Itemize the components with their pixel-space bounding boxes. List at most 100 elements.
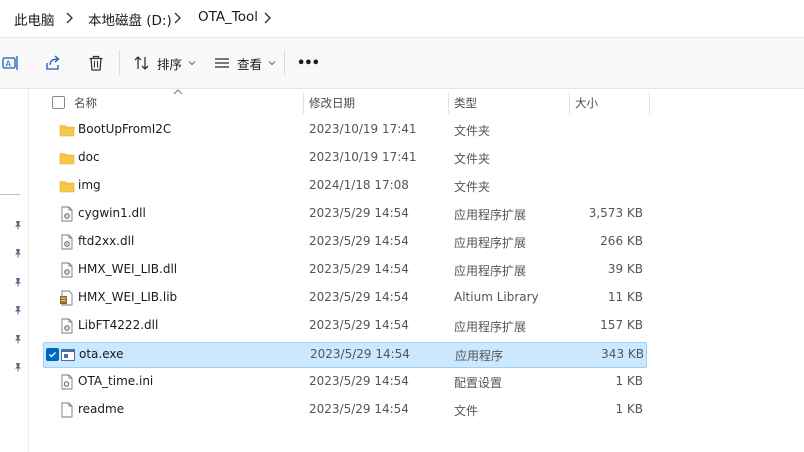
file-name[interactable]: BootUpFromI2C: [78, 122, 171, 136]
column-modified[interactable]: 修改日期: [309, 95, 355, 111]
column-size[interactable]: 大小: [575, 95, 598, 111]
column-divider[interactable]: [649, 92, 650, 114]
file-row[interactable]: doc 2023/10/19 17:41 文件夹: [43, 146, 645, 170]
file-modified: 2023/5/29 14:54: [309, 290, 409, 304]
file-type: 文件夹: [454, 152, 491, 166]
file-type: 应用程序: [455, 349, 504, 363]
column-header: 名称 修改日期 类型 大小: [29, 89, 804, 115]
select-all-checkbox[interactable]: [52, 96, 65, 109]
rename-button[interactable]: A: [2, 38, 20, 88]
file-type: 应用程序扩展: [454, 264, 527, 278]
column-divider[interactable]: [303, 92, 304, 114]
file-size: 343 KB: [601, 347, 644, 361]
sort-label: 排序: [157, 56, 183, 72]
breadcrumb-local-disk[interactable]: 本地磁盘 (D:): [88, 9, 172, 29]
file-row[interactable]: HMX_WEI_LIB.dll 2023/5/29 14:54 应用程序扩展 39 K…: [43, 258, 645, 282]
file-row[interactable]: BootUpFromI2C 2023/10/19 17:41 文件夹: [43, 118, 645, 142]
column-divider[interactable]: [569, 92, 570, 114]
view-button[interactable]: 查看: [213, 38, 277, 88]
file-row[interactable]: ftd2xx.dll 2023/5/29 14:54 应用程序扩展 266 KB: [43, 230, 645, 254]
address-bar: 此电脑 本地磁盘 (D:) OTA_Tool: [0, 0, 804, 38]
folder-icon: [59, 181, 75, 193]
sort-icon: [134, 56, 149, 70]
file-size: 11 KB: [607, 290, 643, 304]
file-row[interactable]: OTA_time.ini 2023/5/29 14:54 配置设置 1 KB: [43, 370, 645, 394]
delete-button[interactable]: [87, 38, 105, 88]
command-bar: A 排序 查看 •••: [0, 38, 804, 89]
file-size: 3,573 KB: [588, 206, 643, 220]
file-modified: 2023/5/29 14:54: [309, 402, 409, 416]
chevron-down-icon: [188, 61, 196, 66]
breadcrumb-ota-tool[interactable]: OTA_Tool: [198, 9, 258, 25]
pin-icon[interactable]: [13, 334, 23, 344]
dll-file-icon: [61, 318, 73, 334]
pin-icon[interactable]: [13, 362, 23, 372]
toolbar-divider: [119, 50, 120, 76]
file-name[interactable]: readme: [78, 402, 124, 416]
file-row[interactable]: readme 2023/5/29 14:54 文件 1 KB: [43, 398, 645, 422]
file-name[interactable]: ftd2xx.dll: [78, 234, 134, 248]
file-name[interactable]: cygwin1.dll: [78, 206, 146, 220]
file-name[interactable]: doc: [78, 150, 100, 164]
file-modified: 2023/5/29 14:54: [309, 374, 409, 388]
more-options-icon: •••: [297, 55, 320, 71]
dll-file-icon: [61, 234, 73, 250]
file-type: Altium Library: [454, 290, 539, 304]
file-type: 应用程序扩展: [454, 320, 527, 334]
chevron-right-icon[interactable]: [63, 9, 77, 27]
file-type: 应用程序扩展: [454, 208, 527, 222]
sort-button[interactable]: 排序: [133, 38, 197, 88]
file-name[interactable]: ota.exe: [79, 347, 124, 361]
dll-file-icon: [61, 206, 73, 222]
exe-file-icon: [61, 349, 75, 361]
more-options-button[interactable]: •••: [297, 38, 320, 88]
column-name[interactable]: 名称: [74, 95, 97, 111]
file-modified: 2023/5/29 14:54: [309, 318, 409, 332]
chevron-right-icon[interactable]: [261, 9, 275, 27]
file-row[interactable]: HMX_WEI_LIB.lib 2023/5/29 14:54 Altium Lib…: [43, 286, 645, 310]
column-divider[interactable]: [448, 92, 449, 114]
column-type[interactable]: 类型: [454, 95, 477, 111]
file-name[interactable]: LibFT4222.dll: [78, 318, 158, 332]
folder-icon: [59, 153, 75, 165]
pin-icon[interactable]: [13, 220, 23, 230]
file-row[interactable]: ota.exe 2023/5/29 14:54 应用程序 343 KB: [43, 342, 647, 368]
file-row[interactable]: img 2024/1/18 17:08 文件夹: [43, 174, 645, 198]
nav-divider: [0, 194, 20, 195]
file-row[interactable]: LibFT4222.dll 2023/5/29 14:54 应用程序扩展 157 KB: [43, 314, 645, 338]
file-modified: 2023/5/29 14:54: [309, 234, 409, 248]
chevron-right-icon[interactable]: [171, 9, 185, 27]
folder-icon: [59, 125, 75, 137]
file-modified: 2023/10/19 17:41: [309, 122, 417, 136]
file-type: 配置设置: [454, 376, 503, 390]
file-size: 157 KB: [600, 318, 643, 332]
share-button[interactable]: [44, 38, 62, 88]
file-modified: 2024/1/18 17:08: [309, 178, 409, 192]
pin-icon[interactable]: [13, 305, 23, 315]
generic-file-icon: [61, 402, 73, 418]
file-name[interactable]: HMX_WEI_LIB.lib: [78, 290, 177, 304]
file-modified: 2023/10/19 17:41: [309, 150, 417, 164]
file-size: 1 KB: [615, 402, 643, 416]
checkmark-icon[interactable]: [46, 348, 59, 361]
share-icon: [46, 55, 60, 70]
pin-icon[interactable]: [13, 248, 23, 258]
file-type: 文件夹: [454, 124, 491, 138]
dll-file-icon: [61, 262, 73, 278]
file-row[interactable]: cygwin1.dll 2023/5/29 14:54 应用程序扩展 3,573 KB: [43, 202, 645, 226]
breadcrumb-this-pc[interactable]: 此电脑: [14, 9, 55, 29]
rename-icon: A: [2, 56, 18, 70]
view-list-icon: [215, 58, 229, 68]
file-modified: 2023/5/29 14:54: [309, 206, 409, 220]
navigation-pane: [0, 89, 29, 452]
sort-ascending-icon: [173, 89, 183, 95]
file-size: 39 KB: [607, 262, 643, 276]
file-modified: 2023/5/29 14:54: [310, 347, 410, 361]
file-modified: 2023/5/29 14:54: [309, 262, 409, 276]
file-type: 文件: [454, 404, 479, 418]
pin-icon[interactable]: [13, 277, 23, 287]
file-name[interactable]: OTA_time.ini: [78, 374, 153, 388]
ini-file-icon: [61, 374, 73, 390]
file-name[interactable]: img: [78, 178, 101, 192]
file-name[interactable]: HMX_WEI_LIB.dll: [78, 262, 177, 276]
